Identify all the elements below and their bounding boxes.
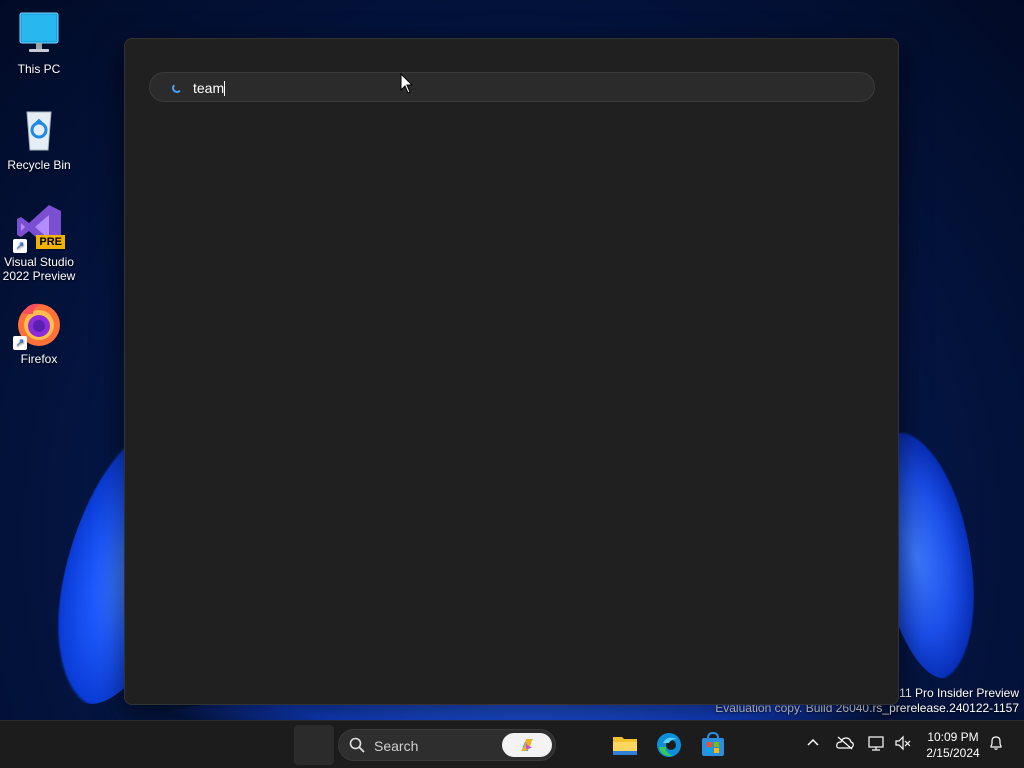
flyout-search-box[interactable]: team (149, 72, 875, 102)
desktop-icon-firefox[interactable]: ↗ Firefox (2, 300, 76, 366)
bell-icon[interactable] (986, 735, 1006, 755)
desktop-icon-this-pc[interactable]: This PC (2, 10, 76, 76)
display-icon[interactable] (867, 735, 887, 755)
taskbar-search-label: Search (374, 738, 419, 754)
desktop-icon-label: Recycle Bin (7, 158, 71, 172)
shortcut-arrow-icon: ↗ (13, 239, 27, 253)
edge-icon[interactable] (653, 729, 685, 761)
flyout-search-input[interactable]: team (193, 80, 843, 96)
volume-muted-icon[interactable] (893, 735, 913, 755)
loading-spinner-icon (172, 83, 182, 93)
desktop-icon-visual-studio[interactable]: PRE ↗ Visual Studio 2022 Preview (2, 203, 76, 283)
taskbar-clock[interactable]: 10:09 PM 2/15/2024 (922, 729, 984, 761)
taskbar: Search 10:09 PM 2/15/2024 (0, 720, 1024, 768)
recycle-bin-icon (15, 106, 63, 154)
search-icon (349, 737, 365, 753)
desktop-icon-label: This PC (17, 62, 61, 76)
clock-date: 2/15/2024 (926, 746, 980, 760)
chevron-up-icon[interactable] (803, 735, 823, 755)
microsoft-store-icon[interactable] (697, 729, 729, 761)
monitor-icon (15, 10, 63, 58)
taskbar-search-box[interactable]: Search (338, 729, 556, 761)
preview-badge: PRE (36, 235, 65, 249)
desktop-icon-label: Visual Studio 2022 Preview (2, 255, 76, 283)
clock-time: 10:09 PM (927, 730, 979, 744)
start-button[interactable] (294, 725, 334, 765)
search-query: team (193, 80, 225, 96)
search-flyout: team (124, 38, 899, 705)
mouse-cursor-icon (400, 73, 414, 94)
file-explorer-icon[interactable] (609, 729, 641, 761)
copilot-icon (521, 739, 533, 751)
onedrive-icon[interactable] (835, 735, 855, 755)
text-caret (224, 81, 226, 96)
desktop-icon-label: Firefox (20, 352, 58, 366)
copilot-button[interactable] (502, 733, 552, 757)
shortcut-arrow-icon: ↗ (13, 336, 27, 350)
visual-studio-preview-icon: PRE ↗ (13, 203, 65, 253)
desktop-icon-recycle-bin[interactable]: Recycle Bin (2, 106, 76, 172)
firefox-icon: ↗ (13, 300, 63, 350)
